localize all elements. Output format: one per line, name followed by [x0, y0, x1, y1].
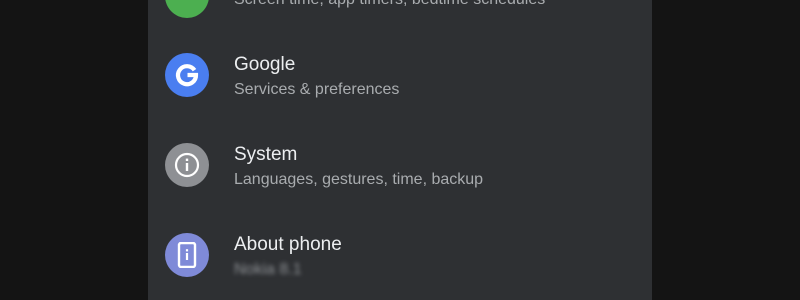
settings-item-title: System [234, 144, 298, 165]
google-g-icon [165, 53, 209, 97]
settings-item-subtitle: Languages, gestures, time, backup [234, 171, 484, 188]
settings-item-title: About phone [234, 234, 342, 255]
phone-icon [165, 233, 209, 277]
settings-item-about-phone[interactable]: About phone Nokia 8.1 [148, 210, 652, 300]
settings-item-system[interactable]: System Languages, gestures, time, backup [148, 120, 652, 210]
settings-item-title: Google [234, 54, 296, 75]
settings-item-subtitle: Screen time, app timers, bedtime schedul… [234, 0, 545, 9]
settings-item-subtitle: Services & preferences [234, 81, 400, 98]
settings-screen: Screen time, app timers, bedtime schedul… [148, 0, 652, 300]
info-icon [165, 143, 209, 187]
digital-wellbeing-icon [165, 0, 209, 18]
settings-item-subtitle: Nokia 8.1 [234, 261, 302, 278]
settings-item-google[interactable]: Google Services & preferences [148, 30, 652, 120]
